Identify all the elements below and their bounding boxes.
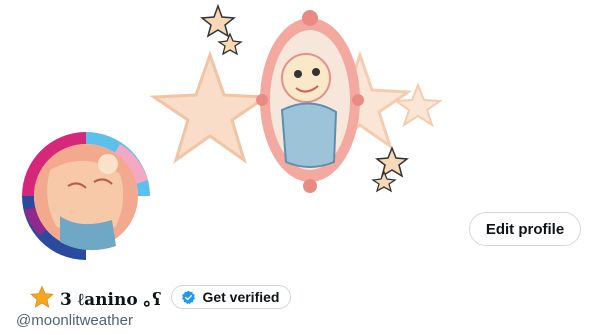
- display-name: 3 ℓanino ｡ʕ: [60, 289, 162, 310]
- banner-star-top-1: [200, 3, 236, 38]
- verified-badge-icon: [181, 290, 196, 305]
- get-verified-button[interactable]: Get verified: [171, 285, 292, 309]
- banner-star-large-left: [149, 50, 271, 164]
- avatar-artwork: [22, 132, 150, 260]
- profile-avatar[interactable]: [20, 130, 152, 262]
- edit-profile-button[interactable]: Edit profile: [469, 212, 581, 246]
- banner-star-bottom-1: [374, 145, 410, 178]
- profile-name-row: 3 ℓanino ｡ʕ Get verified: [30, 284, 292, 310]
- star-icon: [30, 285, 54, 309]
- banner-star-bottom-2: [371, 170, 397, 193]
- get-verified-label: Get verified: [202, 289, 280, 305]
- profile-handle: @moonlitweather: [16, 312, 133, 329]
- banner-star-top-2: [217, 32, 243, 56]
